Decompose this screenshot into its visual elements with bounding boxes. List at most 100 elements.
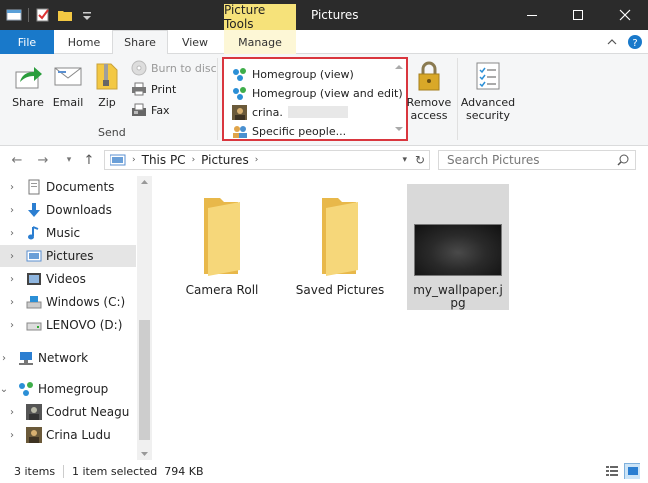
explorer-window-icon[interactable] (6, 7, 22, 23)
chevron-right-icon[interactable]: › (6, 228, 18, 239)
navigation-pane: › Documents › Downloads › Music › Pictur… (0, 176, 152, 460)
file-tile-camera-roll[interactable]: Camera Roll (172, 184, 272, 310)
share-option-label: Homegroup (view) (252, 67, 354, 81)
remove-access-label-2: access (410, 109, 448, 122)
status-bar: 3 items 1 item selected 794 KB (0, 460, 648, 483)
chevron-right-icon[interactable]: › (6, 251, 18, 262)
share-homegroup-view[interactable]: Homegroup (view) (232, 65, 354, 83)
breadcrumb-chevron-icon: › (191, 155, 196, 165)
address-dropdown-icon[interactable]: ▾ (402, 155, 407, 165)
nav-label: LENOVO (D:) (46, 318, 123, 332)
file-name: Camera Roll (185, 283, 259, 297)
chevron-right-icon[interactable]: › (6, 274, 18, 285)
send-group-label: Send (98, 126, 126, 139)
printer-icon (132, 82, 146, 96)
zip-label: Zip (98, 96, 116, 109)
window-title: Pictures (311, 8, 359, 22)
collapse-ribbon-button[interactable] (606, 34, 618, 50)
chevron-right-icon[interactable]: › (6, 182, 18, 193)
title-bar: Picture Tools Pictures (0, 0, 648, 31)
nav-item-music[interactable]: › Music (0, 222, 136, 244)
share-option-label: crina. (252, 105, 283, 119)
share-label: Share (12, 96, 44, 109)
nav-item-codrut-neagu[interactable]: › Codrut Neagu (0, 401, 136, 423)
advanced-security-button[interactable]: Advanced security (460, 60, 516, 122)
chevron-right-icon[interactable]: › (0, 353, 10, 364)
chevron-down-icon[interactable]: ⌄ (0, 384, 10, 395)
share-with-gallery: Homegroup (view) Homegroup (view and edi… (222, 57, 408, 141)
share-button[interactable]: Share (9, 60, 47, 109)
refresh-icon[interactable]: ↻ (415, 153, 425, 167)
file-tile-my-wallpaper[interactable]: my_wallpaper.jpg (407, 184, 509, 310)
fax-button[interactable]: Fax (131, 101, 170, 119)
user-avatar-icon (26, 404, 42, 420)
lock-icon (413, 60, 445, 92)
share-specific-people[interactable]: Specific people... (232, 122, 346, 140)
burn-to-disc-button[interactable]: Burn to disc (131, 59, 217, 77)
share-user-crina[interactable]: crina. (232, 103, 348, 121)
tab-file[interactable]: File (0, 30, 54, 54)
large-icons-view-icon[interactable] (624, 463, 640, 479)
forward-button[interactable]: → (34, 152, 52, 168)
nav-scrollbar[interactable] (137, 176, 152, 460)
back-button[interactable]: ← (8, 152, 26, 168)
address-bar[interactable]: › This PC › Pictures › ▾ ↻ (104, 150, 430, 170)
videos-icon (26, 271, 42, 287)
nav-label: Documents (46, 180, 115, 194)
share-gallery-scroller[interactable] (392, 59, 406, 139)
remove-access-button[interactable]: Remove access (406, 60, 452, 122)
nav-scroll-thumb[interactable] (139, 320, 150, 440)
user-avatar-icon (232, 104, 247, 120)
print-button[interactable]: Print (131, 80, 176, 98)
chevron-right-icon[interactable]: › (6, 430, 18, 441)
scroll-down-icon[interactable] (137, 448, 152, 460)
nav-item-pictures[interactable]: › Pictures (0, 245, 136, 267)
nav-label: Pictures (46, 249, 94, 263)
chevron-right-icon[interactable]: › (6, 297, 18, 308)
recent-locations-button[interactable]: ▾ (60, 152, 78, 168)
nav-item-crina-ludu[interactable]: › Crina Ludu (0, 424, 136, 446)
nav-item-lenovo-d[interactable]: › LENOVO (D:) (0, 314, 136, 336)
details-view-icon[interactable] (604, 463, 620, 479)
share-option-label: Specific people... (252, 124, 347, 138)
search-input[interactable]: Search Pictures (438, 150, 636, 170)
maximize-button[interactable] (555, 0, 601, 30)
redacted-email (287, 106, 348, 118)
chevron-up-icon (607, 39, 617, 45)
ribbon-separator (457, 58, 458, 140)
nav-item-downloads[interactable]: › Downloads (0, 199, 136, 221)
print-label: Print (151, 82, 177, 96)
tab-share[interactable]: Share (112, 30, 168, 55)
nav-item-videos[interactable]: › Videos (0, 268, 136, 290)
status-separator (63, 465, 64, 478)
zip-folder-icon (91, 60, 123, 92)
tab-home[interactable]: Home (56, 30, 112, 54)
chevron-right-icon[interactable]: › (6, 205, 18, 216)
nav-item-homegroup[interactable]: ⌄ Homegroup (0, 378, 128, 400)
customize-qat-icon[interactable] (79, 7, 95, 23)
tab-view[interactable]: View (168, 30, 222, 54)
share-homegroup-view-edit[interactable]: Homegroup (view and edit) (232, 84, 403, 102)
network-icon (18, 350, 34, 366)
tab-manage[interactable]: Manage (224, 30, 296, 54)
nav-item-documents[interactable]: › Documents (0, 176, 136, 198)
nav-label: Music (46, 226, 81, 240)
chevron-right-icon[interactable]: › (6, 320, 18, 331)
search-icon (617, 154, 629, 166)
item-count: 3 items (14, 465, 56, 478)
breadcrumb-this-pc[interactable]: This PC (142, 153, 186, 167)
up-button[interactable]: ↑ (80, 152, 98, 168)
chevron-right-icon[interactable]: › (6, 407, 18, 418)
new-folder-icon[interactable] (57, 7, 73, 23)
nav-item-network[interactable]: › Network (0, 347, 128, 369)
help-button[interactable]: ? (627, 34, 643, 50)
nav-item-windows-c[interactable]: › Windows (C:) (0, 291, 136, 313)
properties-icon[interactable] (35, 7, 51, 23)
file-tile-saved-pictures[interactable]: Saved Pictures (290, 184, 390, 310)
zip-button[interactable]: Zip (92, 60, 122, 109)
scroll-up-icon[interactable] (137, 176, 152, 188)
email-button[interactable]: Email (50, 60, 86, 109)
minimize-button[interactable] (509, 0, 555, 30)
breadcrumb-pictures[interactable]: Pictures (201, 153, 249, 167)
close-button[interactable] (602, 0, 648, 30)
